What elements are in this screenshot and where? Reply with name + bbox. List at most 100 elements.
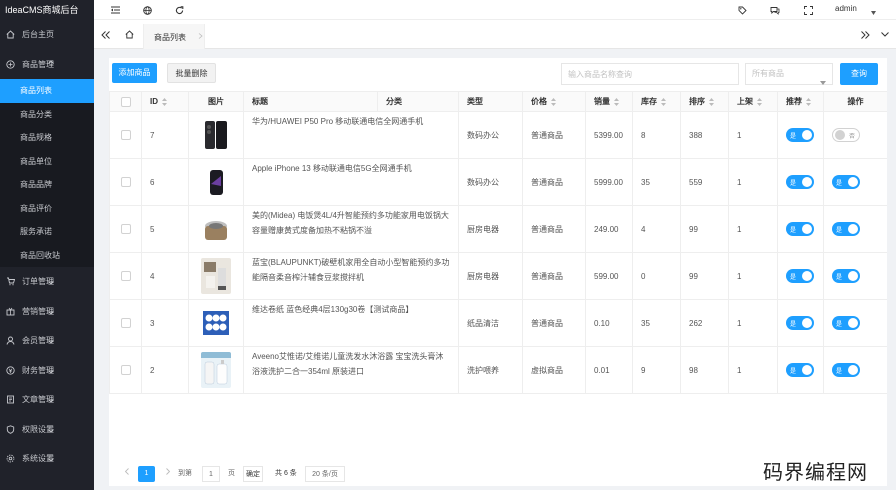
batch-delete-button[interactable]: 批量删除 [167,63,216,83]
recommend-toggle[interactable]: 否 [832,128,860,142]
recommend-toggle[interactable]: 是 [832,269,860,283]
sort-icon[interactable] [614,97,619,106]
top-header: admin [94,0,896,20]
row-checkbox[interactable] [120,224,131,234]
row-checkbox-cell[interactable] [109,205,142,253]
home-icon[interactable] [118,20,140,49]
recommend-toggle[interactable]: 是 [832,175,860,189]
col-id[interactable]: ID [141,91,189,112]
tabs-scroll-right-icon[interactable] [854,20,876,49]
tab-product-list[interactable]: 商品列表 [143,24,205,49]
refresh-icon[interactable] [174,5,184,15]
row-checkbox-cell[interactable] [109,158,142,206]
cell-sort: 1 [728,252,778,300]
prev-page-icon[interactable] [122,466,132,482]
tabs-scroll-left-icon[interactable] [94,20,116,49]
select-all-checkbox-cell[interactable] [109,91,142,112]
sidebar-subitem[interactable]: 商品回收站 [0,244,94,268]
on-sale-toggle[interactable]: 是 [786,363,814,377]
on-sale-toggle[interactable]: 是 [786,175,814,189]
product-thumbnail [189,211,243,247]
sidebar-item-finance[interactable]: 财务管理 [0,356,94,386]
cell-on-sale: 是 [777,299,824,347]
sort-icon[interactable] [661,97,666,106]
row-checkbox-cell[interactable] [109,252,142,300]
product-title: 维达卷纸 蓝色经典4层130g30卷【测试商品】 [252,305,414,314]
tag-icon[interactable] [737,5,747,15]
row-checkbox[interactable] [120,271,131,281]
globe-icon[interactable] [142,5,152,15]
page-current[interactable]: 1 [138,466,155,482]
tab-label: 商品列表 [154,33,186,42]
on-sale-toggle[interactable]: 是 [786,316,814,330]
on-sale-toggle[interactable]: 是 [786,128,814,142]
product-type-select[interactable]: 所有商品 [745,63,833,85]
menu-toggle-icon[interactable] [110,5,120,15]
app-logo: IdeaCMS商城后台 [0,0,94,20]
sidebar-item-home[interactable]: 后台主页 [0,20,94,50]
sidebar-item-user[interactable]: 会员管理 [0,326,94,356]
recommend-toggle[interactable]: 是 [832,222,860,236]
admin-menu[interactable]: admin [835,4,857,13]
table-row: 5 美的(Midea) 电饭煲4L/4升智能预约多功能家用电饭锅大容量赠康黄式度备… [109,205,887,253]
sidebar-item-article[interactable]: 文章管理 [0,385,94,415]
sidebar-subitem[interactable]: 商品评价 [0,197,94,221]
col-recommend[interactable]: 推荐 [777,91,824,112]
row-checkbox[interactable] [120,318,131,328]
cell-recommend: 是 [823,158,887,206]
sidebar-subitem[interactable]: 商品分类 [0,103,94,127]
sidebar-item-label: 后台主页 [22,30,54,40]
sort-icon[interactable] [162,97,167,106]
sort-icon[interactable] [806,97,811,106]
sidebar-subitem[interactable]: 商品品牌 [0,173,94,197]
search-button[interactable]: 查询 [840,63,878,85]
toggle-label: 是 [790,181,797,187]
row-checkbox[interactable] [120,177,131,187]
message-icon[interactable] [770,5,780,15]
col-on-sale[interactable]: 上架 [728,91,778,112]
add-product-button[interactable]: 添加商品 [112,63,157,83]
sidebar-subitem[interactable]: 商品单位 [0,150,94,174]
on-sale-toggle[interactable]: 是 [786,269,814,283]
row-checkbox-cell[interactable] [109,346,142,394]
row-checkbox[interactable] [120,130,131,140]
chevron-down-icon[interactable] [874,20,896,49]
recommend-toggle[interactable]: 是 [832,316,860,330]
per-page-select[interactable]: 20 条/页 [305,466,345,482]
cell-id: 2 [141,346,189,394]
product-thumbnail [189,117,243,153]
next-page-icon[interactable] [163,466,173,482]
search-input[interactable] [561,63,739,85]
goto-page-input[interactable]: 1 [202,466,220,482]
sidebar-item-box[interactable]: 商品管理 [0,50,94,80]
cell-recommend: 是 [823,346,887,394]
col-actions: 操作 [823,91,887,112]
sidebar-item-permission[interactable]: 权限设置 [0,415,94,445]
sidebar-subitem[interactable]: 服务承诺 [0,220,94,244]
sidebar-subitem[interactable]: 商品规格 [0,126,94,150]
chevron-down-icon [871,8,876,15]
col-stock[interactable]: 库存 [632,91,681,112]
sidebar-subitem[interactable]: 商品列表 [0,79,94,103]
sort-icon[interactable] [709,97,714,106]
col-sales[interactable]: 销量 [585,91,633,112]
on-sale-toggle[interactable]: 是 [786,222,814,236]
sort-icon[interactable] [757,97,762,106]
col-sort[interactable]: 排序 [680,91,729,112]
sidebar-item-settings[interactable]: 系统设置 [0,444,94,474]
recommend-toggle[interactable]: 是 [832,363,860,377]
sidebar-item-marketing[interactable]: 营销管理 [0,297,94,327]
toggle-knob [802,177,812,187]
row-checkbox-cell[interactable] [109,299,142,347]
close-icon[interactable] [198,33,203,39]
row-checkbox-cell[interactable] [109,111,142,159]
sort-icon[interactable] [551,97,556,106]
goto-confirm-button[interactable]: 确定 [243,466,263,482]
fullscreen-icon[interactable] [803,5,813,15]
select-all-checkbox[interactable] [120,96,131,107]
row-checkbox[interactable] [120,365,131,375]
sidebar-item-order[interactable]: 订单管理 [0,267,94,297]
col-price[interactable]: 价格 [522,91,586,112]
home-icon [6,30,15,39]
sidebar: IdeaCMS商城后台 后台主页商品管理 商品列表 商品分类 商品规格 商品单位 商品品牌… [0,0,94,490]
